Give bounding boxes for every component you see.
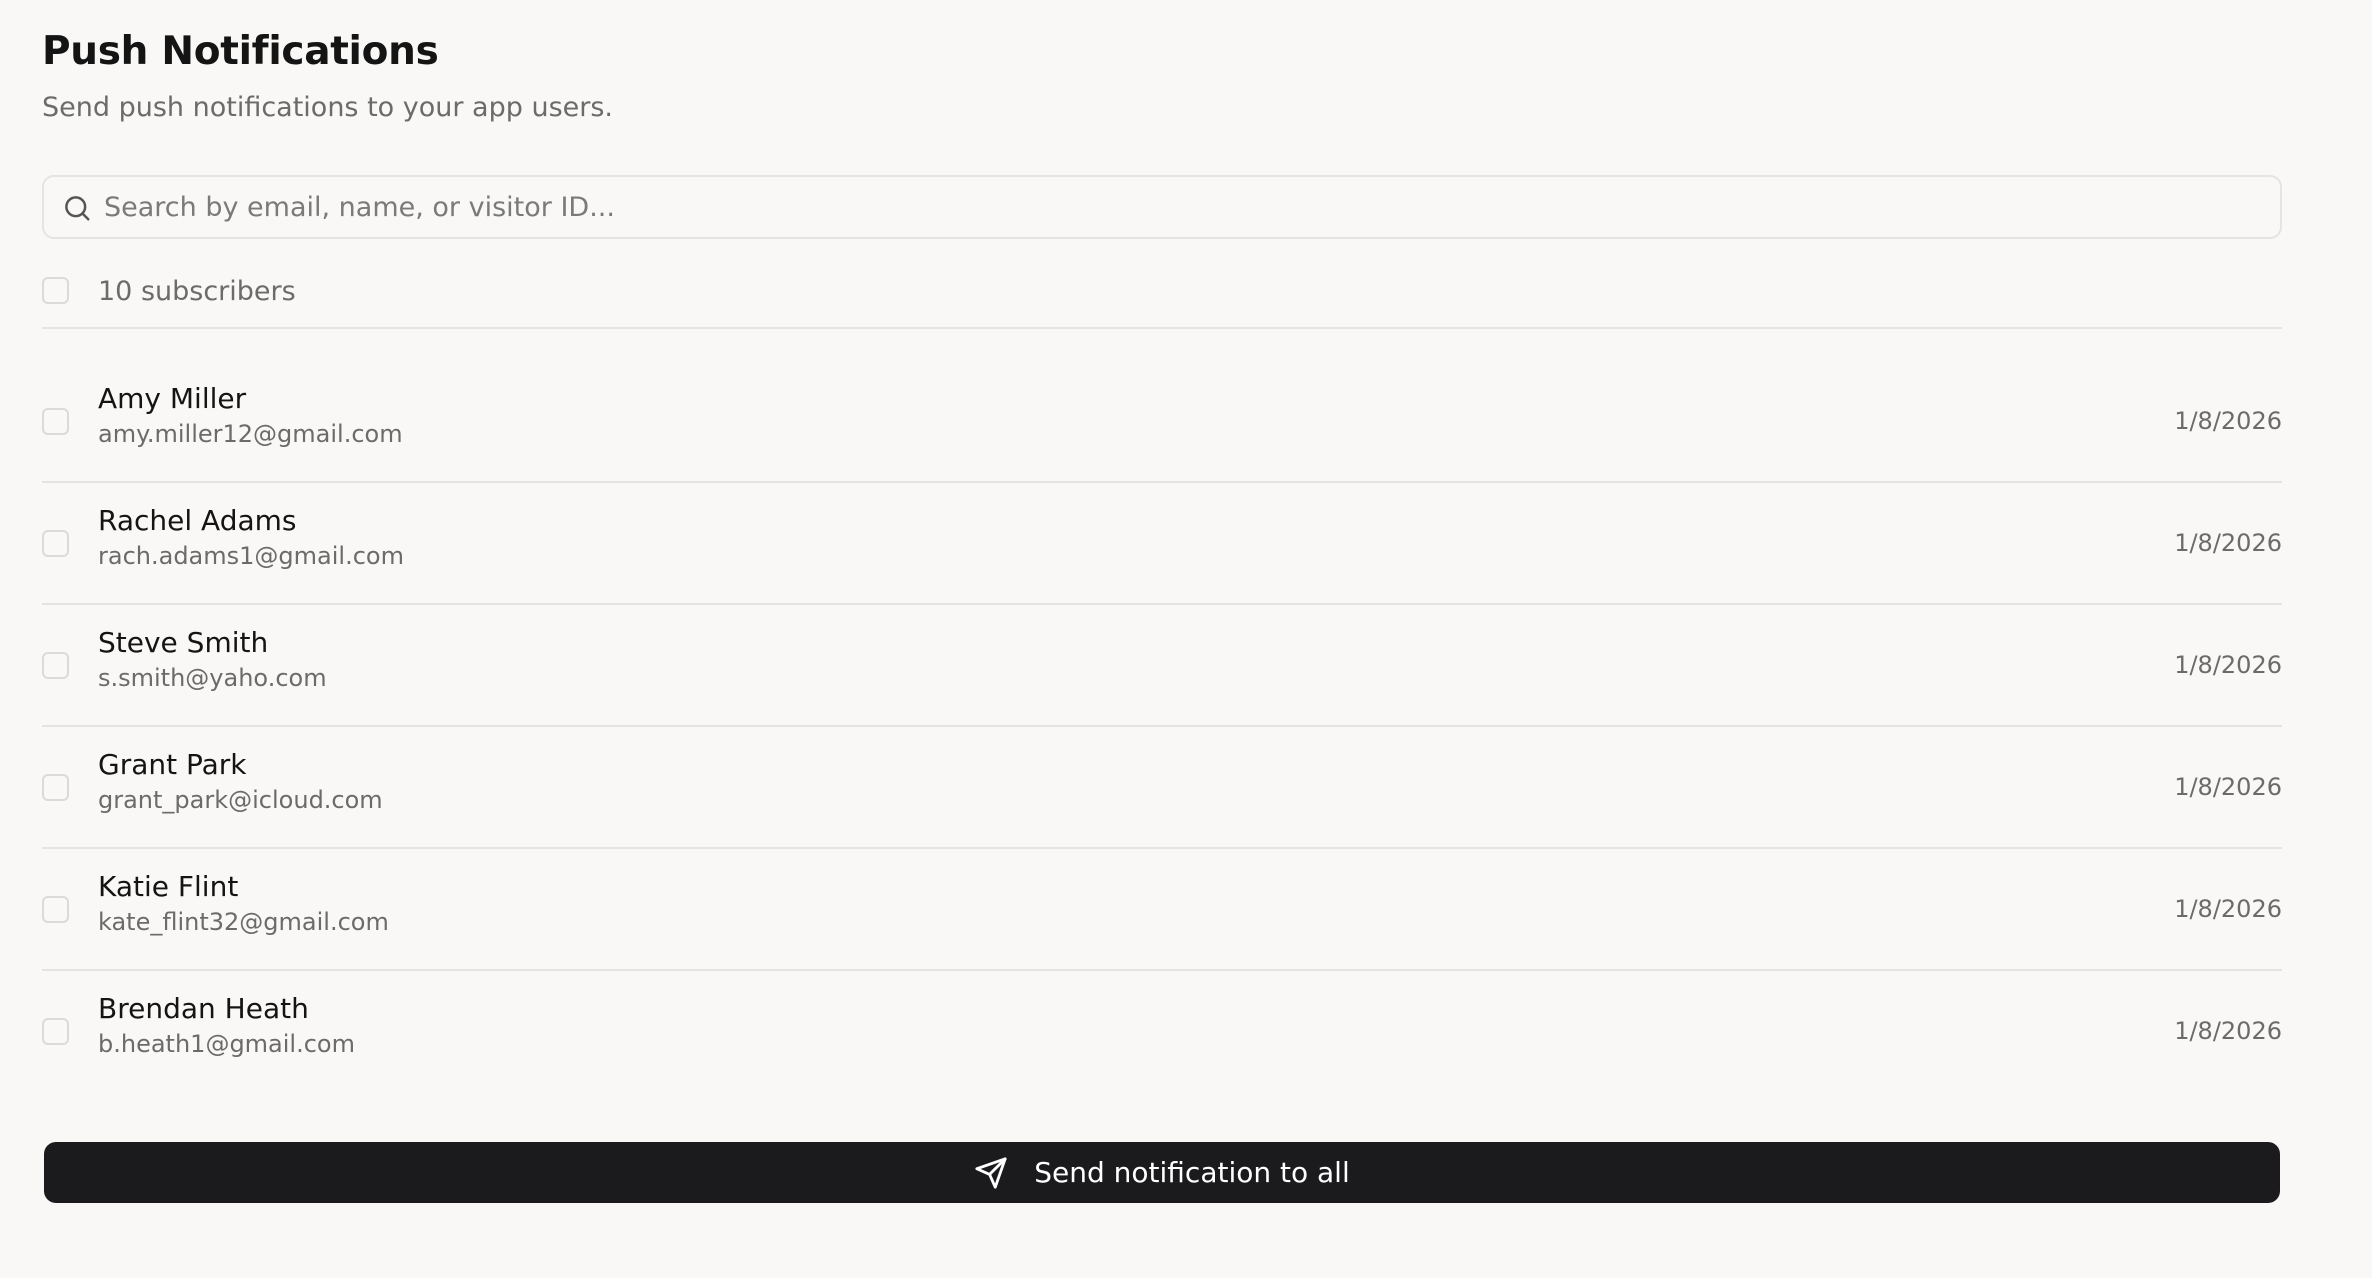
subscriber-email: grant_park@icloud.com [98,786,383,814]
subscriber-name: Rachel Adams [98,504,297,537]
search-input[interactable] [104,177,2264,237]
row-checkbox[interactable] [42,896,69,923]
send-to-all-button[interactable]: Send notification to all [44,1142,2280,1203]
page-subtitle: Send push notifications to your app user… [42,92,614,123]
subscriber-email: amy.miller12@gmail.com [98,420,403,448]
subscriber-date: 1/8/2026 [2174,407,2282,435]
row-checkbox[interactable] [42,652,69,679]
subscriber-name: Steve Smith [98,626,269,659]
select-all-checkbox[interactable] [42,277,69,304]
send-button-label: Send notification to all [1034,1156,1350,1189]
subscriber-row[interactable]: Grant Park grant_park@icloud.com 1/8/202… [42,727,2282,849]
row-checkbox[interactable] [42,408,69,435]
subscriber-date: 1/8/2026 [2174,773,2282,801]
subscriber-date: 1/8/2026 [2174,1017,2282,1045]
subscriber-name: Katie Flint [98,870,239,903]
subscriber-row[interactable]: Steve Smith s.smith@yaho.com 1/8/2026 [42,605,2282,727]
search-box[interactable] [42,175,2282,239]
subscriber-email: b.heath1@gmail.com [98,1030,355,1058]
subscriber-name: Grant Park [98,748,247,781]
search-icon [65,196,90,221]
row-checkbox[interactable] [42,530,69,557]
subscriber-email: s.smith@yaho.com [98,664,327,692]
divider [42,327,2282,329]
subscriber-count: 10 subscribers [98,276,296,307]
subscriber-row[interactable]: Rachel Adams rach.adams1@gmail.com 1/8/2… [42,483,2282,605]
page-title: Push Notifications [42,29,439,74]
send-icon [975,1156,1007,1189]
subscriber-name: Brendan Heath [98,992,309,1025]
subscriber-name: Amy Miller [98,382,247,415]
subscriber-email: rach.adams1@gmail.com [98,542,404,570]
subscriber-email: kate_flint32@gmail.com [98,908,389,936]
subscriber-date: 1/8/2026 [2174,895,2282,923]
subscriber-row[interactable]: Brendan Heath b.heath1@gmail.com 1/8/202… [42,971,2282,1093]
subscriber-date: 1/8/2026 [2174,529,2282,557]
row-checkbox[interactable] [42,1018,69,1045]
subscriber-row[interactable]: Katie Flint kate_flint32@gmail.com 1/8/2… [42,849,2282,971]
row-checkbox[interactable] [42,774,69,801]
subscriber-row[interactable]: Amy Miller amy.miller12@gmail.com 1/8/20… [42,361,2282,483]
subscriber-date: 1/8/2026 [2174,651,2282,679]
